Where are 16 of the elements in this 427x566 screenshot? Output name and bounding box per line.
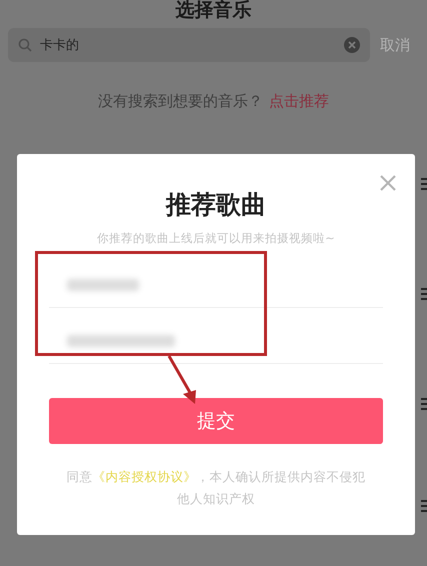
submit-button[interactable]: 提交 (49, 398, 383, 444)
agreement-text: 同意《内容授权协议》，本人确认所提供内容不侵犯他人知识产权 (66, 468, 366, 508)
search-icon (18, 38, 32, 52)
search-field[interactable]: 卡卡的 (8, 28, 370, 62)
close-icon[interactable] (379, 174, 397, 192)
no-result-text: 没有搜索到想要的音乐？ (98, 92, 263, 110)
menu-icon[interactable] (419, 398, 427, 410)
dialog-title: 推荐歌曲 (166, 189, 266, 221)
clear-icon[interactable] (344, 37, 360, 53)
cancel-button[interactable]: 取消 (380, 36, 410, 54)
agreement-link[interactable]: 《内容授权协议》 (92, 469, 196, 484)
menu-icon[interactable] (419, 500, 427, 512)
recommend-link[interactable]: 点击推荐 (269, 92, 329, 110)
menu-icon[interactable] (419, 178, 427, 190)
menu-icon[interactable] (419, 288, 427, 300)
dialog-subtitle: 你推荐的歌曲上线后就可以用来拍摄视频啦~ (97, 231, 335, 246)
